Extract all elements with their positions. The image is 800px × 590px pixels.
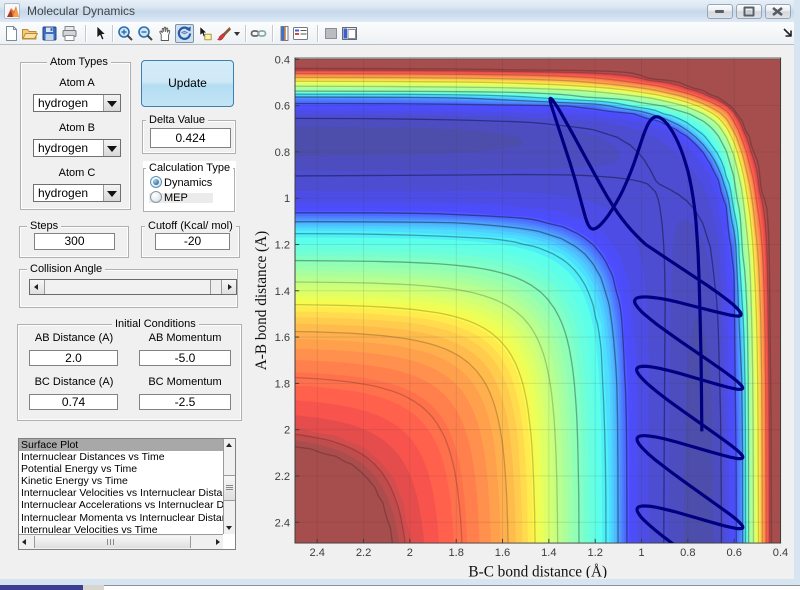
svg-text:1.8: 1.8 (448, 547, 463, 559)
svg-text:0.8: 0.8 (680, 547, 695, 559)
svg-text:A-B bond distance (Å): A-B bond distance (Å) (255, 231, 270, 370)
svg-text:1: 1 (284, 193, 290, 205)
svg-text:2.2: 2.2 (275, 471, 290, 483)
svg-text:B-C bond distance (Å): B-C bond distance (Å) (468, 563, 607, 578)
svg-text:1.2: 1.2 (587, 547, 602, 559)
svg-text:1.2: 1.2 (275, 240, 290, 252)
svg-text:2.4: 2.4 (309, 547, 324, 559)
svg-text:0.6: 0.6 (275, 101, 290, 113)
svg-text:2.2: 2.2 (356, 547, 371, 559)
svg-text:1.6: 1.6 (275, 332, 290, 344)
svg-text:1.8: 1.8 (275, 378, 290, 390)
svg-text:1: 1 (638, 547, 644, 559)
svg-text:2: 2 (407, 547, 413, 559)
svg-text:1.6: 1.6 (495, 547, 510, 559)
svg-text:0.4: 0.4 (275, 54, 290, 66)
svg-text:0.4: 0.4 (773, 547, 788, 559)
svg-text:2: 2 (284, 425, 290, 437)
svg-text:1.4: 1.4 (275, 286, 290, 298)
svg-text:0.8: 0.8 (275, 147, 290, 159)
svg-text:2.4: 2.4 (275, 517, 290, 529)
svg-text:1.4: 1.4 (541, 547, 556, 559)
svg-text:0.6: 0.6 (726, 547, 741, 559)
